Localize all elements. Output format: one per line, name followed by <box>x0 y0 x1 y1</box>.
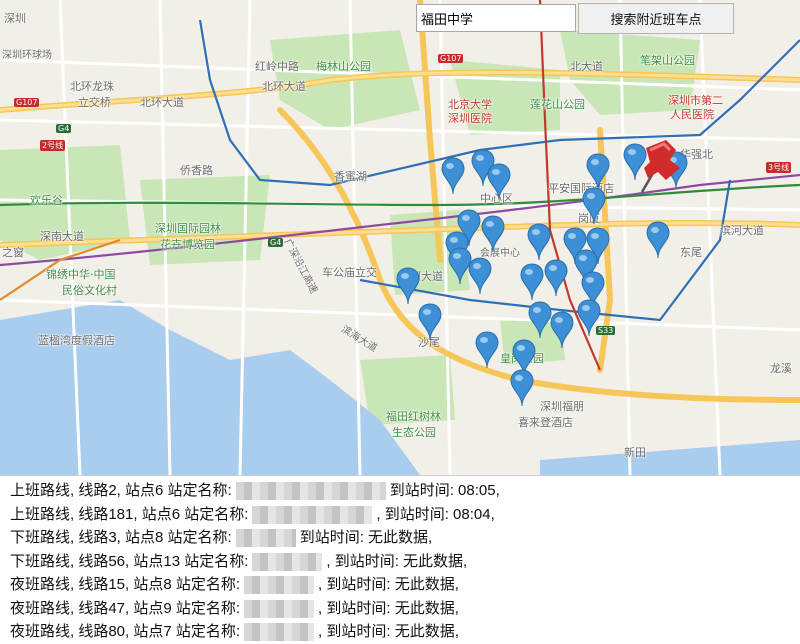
map-label: 深圳福朋 <box>540 400 584 413</box>
result-arrival-time: , 到站时间: 无此数据, <box>318 623 459 640</box>
bus-stop-pin[interactable] <box>475 331 499 369</box>
search-input[interactable] <box>416 4 576 32</box>
map-label: 红岭中路 <box>255 60 299 73</box>
result-arrival-time: , 到站时间: 08:04, <box>376 505 495 523</box>
bus-stop-pin[interactable] <box>510 369 534 407</box>
result-route-info: 下班路线, 线路56, 站点13 站定名称: <box>10 552 249 570</box>
bus-stop-pin[interactable] <box>487 163 511 201</box>
result-arrival-time: , 到站时间: 无此数据, <box>318 576 459 593</box>
target-location-pin[interactable] <box>636 138 698 196</box>
bus-stop-pin[interactable] <box>646 221 670 259</box>
bus-stop-pin[interactable] <box>396 267 420 305</box>
map-label: 花卉博览园 <box>160 238 215 251</box>
result-route-info: 夜班路线, 线路80, 站点7 站定名称: <box>10 623 241 640</box>
road-shield: G107 <box>14 98 40 107</box>
map-label: 笔架山公园 <box>640 54 695 67</box>
result-route-info: 上班路线, 线路2, 站点6 站定名称: <box>10 482 232 499</box>
result-arrival-time: 到站时间: 无此数据, <box>299 529 433 546</box>
map-label: 新田 <box>624 446 646 459</box>
map-label: 福田红树林 <box>386 410 441 423</box>
map-label: 深圳国际园林 <box>155 222 221 235</box>
bus-stop-pin[interactable] <box>520 263 544 301</box>
redacted-station-name <box>235 529 296 548</box>
map-label: 北大道 <box>570 60 603 73</box>
map-label: 北环大道 <box>140 96 184 109</box>
list-item: 夜班路线, 线路15, 站点8 站定名称: , 到站时间: 无此数据, <box>10 573 790 597</box>
map-label: 深圳 <box>4 12 26 25</box>
redacted-station-name <box>252 505 373 524</box>
bus-stop-pin[interactable] <box>418 303 442 341</box>
map-label: 立交桥 <box>78 96 111 109</box>
redacted-station-name <box>244 576 315 595</box>
bus-stop-pin[interactable] <box>577 299 601 337</box>
map-label: 深圳医院 <box>448 112 492 125</box>
bus-stop-pin[interactable] <box>550 311 574 349</box>
map-label: 北环龙珠 <box>70 80 114 93</box>
redacted-station-name <box>244 599 315 618</box>
road-shield: G4 <box>268 238 284 247</box>
result-route-info: 夜班路线, 线路47, 站点9 站定名称: <box>10 599 241 617</box>
bus-stop-pin[interactable] <box>528 301 552 339</box>
road-shield: 2号线 <box>40 140 66 151</box>
map-label: 深圳环球场 <box>2 50 52 61</box>
list-item: 下班路线, 线路56, 站点13 站定名称: , 到站时间: 无此数据, <box>10 550 790 574</box>
road-shield: G4 <box>56 124 72 133</box>
redacted-station-name <box>252 552 323 571</box>
bus-stop-pin[interactable] <box>544 259 568 297</box>
bus-stop-pin[interactable] <box>527 223 551 261</box>
map-label: 蓝楹湾度假酒店 <box>38 334 115 347</box>
map-label: 梅林山公园 <box>316 60 371 73</box>
map-label: 深南大道 <box>40 230 84 243</box>
result-route-info: 夜班路线, 线路15, 站点8 站定名称: <box>10 576 241 593</box>
bus-stop-pin[interactable] <box>468 257 492 295</box>
map-base <box>0 0 800 475</box>
map-label: 欢乐谷 <box>30 194 63 207</box>
result-route-info: 下班路线, 线路3, 站点8 站定名称: <box>10 529 232 546</box>
result-arrival-time: , 到站时间: 无此数据, <box>326 552 468 570</box>
map-label: 锦绣中华·中国 <box>46 268 116 281</box>
list-item: 上班路线, 线路181, 站点6 站定名称: , 到站时间: 08:04, <box>10 503 790 527</box>
road-shield: G107 <box>438 54 464 63</box>
map-label: 民俗文化村 <box>62 284 117 297</box>
map-label: 北环大道 <box>262 80 306 93</box>
map-label: 龙溪 <box>770 362 792 375</box>
result-arrival-time: , 到站时间: 无此数据, <box>318 599 459 617</box>
map-view[interactable]: 深圳 深圳环球场 红岭中路 梅林山公园 笔架山公园 北环大道 北环大道 北大道 … <box>0 0 800 476</box>
map-label: 生态公园 <box>392 426 436 439</box>
map-label: 之窗 <box>2 246 24 259</box>
map-label: 香蜜湖 <box>334 170 367 183</box>
results-list: 上班路线, 线路2, 站点6 站定名称: 到站时间: 08:05, 上班路线, 线… <box>10 479 790 644</box>
bus-stop-pin[interactable] <box>441 157 465 195</box>
map-label: 车公庙立交 <box>322 266 377 279</box>
list-item: 下班路线, 线路3, 站点8 站定名称: 到站时间: 无此数据, <box>10 526 790 550</box>
list-item: 上班路线, 线路2, 站点6 站定名称: 到站时间: 08:05, <box>10 479 790 503</box>
bus-stop-pin[interactable] <box>586 153 610 191</box>
result-arrival-time: 到站时间: 08:05, <box>389 482 500 499</box>
map-label: 侨香路 <box>180 164 213 177</box>
redacted-station-name <box>244 623 315 642</box>
map-label: 滨河大道 <box>720 224 764 237</box>
list-item: 夜班路线, 线路47, 站点9 站定名称: , 到站时间: 无此数据, <box>10 597 790 621</box>
map-label: 东尾 <box>680 246 702 259</box>
list-item: 夜班路线, 线路80, 站点7 站定名称: , 到站时间: 无此数据, <box>10 620 790 644</box>
result-route-info: 上班路线, 线路181, 站点6 站定名称: <box>10 505 249 523</box>
map-label: 喜来登酒店 <box>518 416 573 429</box>
road-shield: 3号线 <box>766 162 792 173</box>
map-label: 人民医院 <box>670 108 714 121</box>
redacted-station-name <box>235 482 386 501</box>
bus-stop-pin[interactable] <box>481 215 505 253</box>
map-label: 莲花山公园 <box>530 98 585 111</box>
bus-stop-pin[interactable] <box>582 187 606 225</box>
search-nearby-stops-button[interactable]: 搜索附近班车点 <box>578 3 734 34</box>
